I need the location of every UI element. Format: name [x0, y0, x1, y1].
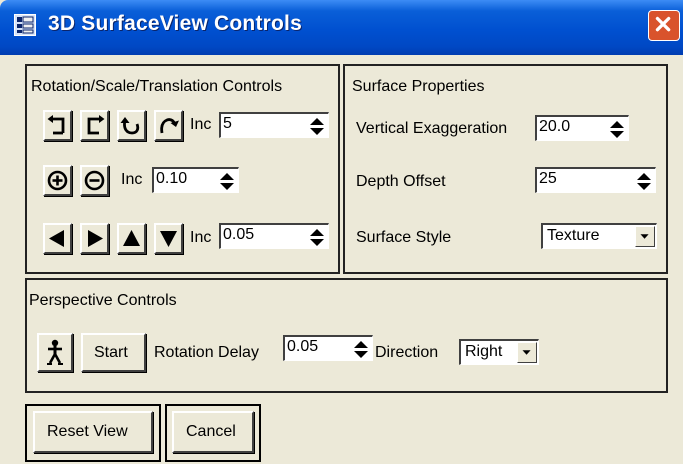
translate-inc-label: Inc	[190, 229, 212, 246]
surface-style-dropdown-button[interactable]	[635, 226, 655, 247]
direction-value: Right	[465, 343, 503, 360]
scale-inc-value: 0.10	[156, 170, 188, 187]
rotate-counterclockwise-button[interactable]	[80, 110, 109, 141]
tilt-back-button[interactable]	[117, 110, 146, 141]
zoom-in-icon	[47, 170, 68, 191]
spinner-updown-icon	[310, 229, 324, 246]
direction-label: Direction	[375, 344, 439, 361]
cancel-label: Cancel	[186, 423, 236, 440]
rotation-delay-spinner[interactable]: 0.05	[283, 335, 373, 361]
rotation-group-title: Rotation/Scale/Translation Controls	[31, 78, 283, 95]
spinner-updown-icon	[610, 121, 624, 138]
pan-left-button[interactable]	[43, 223, 72, 254]
depth-offset-value: 25	[539, 170, 557, 187]
rotate-counterclockwise-icon	[87, 115, 105, 135]
depth-offset-label: Depth Offset	[356, 173, 446, 190]
surface-style-label: Surface Style	[356, 229, 452, 246]
cancel-button[interactable]: Cancel	[172, 411, 254, 453]
title-bar[interactable]: 3D SurfaceView Controls	[0, 0, 683, 55]
spinner-updown-icon	[354, 341, 368, 358]
arrow-right-icon	[88, 230, 103, 247]
zoom-out-button[interactable]	[80, 165, 109, 196]
pan-down-button[interactable]	[154, 223, 183, 254]
rotate-inc-value: 5	[223, 115, 232, 132]
rotation-delay-label: Rotation Delay	[154, 344, 259, 361]
close-x-icon	[655, 16, 671, 32]
surface-style-value: Texture	[547, 227, 600, 244]
direction-dropdown-button[interactable]	[517, 342, 537, 363]
tilt-forward-icon	[160, 118, 179, 134]
walking-person-icon	[47, 339, 63, 365]
chevron-down-icon	[522, 350, 531, 355]
scale-inc-spinner[interactable]: 0.10	[152, 167, 239, 193]
window-title: 3D SurfaceView Controls	[48, 12, 302, 35]
reset-view-label: Reset View	[47, 423, 128, 440]
vertical-exaggeration-spinner[interactable]: 20.0	[535, 115, 629, 141]
start-button[interactable]: Start	[81, 333, 146, 372]
zoom-in-button[interactable]	[43, 165, 72, 196]
pan-up-button[interactable]	[117, 223, 146, 254]
walk-mode-button[interactable]	[37, 333, 73, 372]
scale-inc-label: Inc	[121, 171, 143, 188]
spinner-updown-icon	[220, 173, 234, 190]
rotate-inc-spinner[interactable]: 5	[219, 112, 329, 138]
surface-style-dropdown[interactable]: Texture	[541, 223, 657, 249]
arrow-left-icon	[49, 230, 64, 247]
tilt-back-icon	[120, 117, 140, 135]
chevron-down-icon	[640, 234, 649, 239]
start-button-label: Start	[94, 344, 128, 361]
tilt-forward-button[interactable]	[154, 110, 183, 141]
perspective-group-title: Perspective Controls	[29, 292, 177, 309]
spinner-updown-icon	[310, 118, 324, 135]
vertical-exaggeration-value: 20.0	[539, 118, 571, 135]
rotate-inc-label: Inc	[190, 116, 212, 133]
translate-inc-value: 0.05	[223, 226, 255, 243]
arrow-up-icon	[123, 230, 140, 246]
rotate-clockwise-button[interactable]	[43, 110, 72, 141]
arrow-down-icon	[160, 231, 177, 247]
rotation-delay-value: 0.05	[287, 338, 319, 355]
depth-offset-spinner[interactable]: 25	[535, 167, 656, 193]
surface-group-title: Surface Properties	[352, 78, 485, 95]
reset-view-button[interactable]: Reset View	[33, 411, 153, 453]
translate-inc-spinner[interactable]: 0.05	[219, 223, 329, 249]
dialog-window: 3D SurfaceView Controls Rotation/Scale/T…	[0, 0, 683, 464]
rotate-clockwise-icon	[47, 115, 65, 135]
zoom-out-icon	[84, 170, 105, 191]
dialog-client-area: Rotation/Scale/Translation Controls Inc …	[0, 55, 683, 464]
pan-right-button[interactable]	[80, 223, 109, 254]
app-grid-icon	[14, 14, 36, 36]
direction-dropdown[interactable]: Right	[459, 339, 539, 365]
spinner-updown-icon	[637, 173, 651, 190]
close-button[interactable]	[648, 10, 680, 41]
vertical-exaggeration-label: Vertical Exaggeration	[356, 120, 508, 137]
